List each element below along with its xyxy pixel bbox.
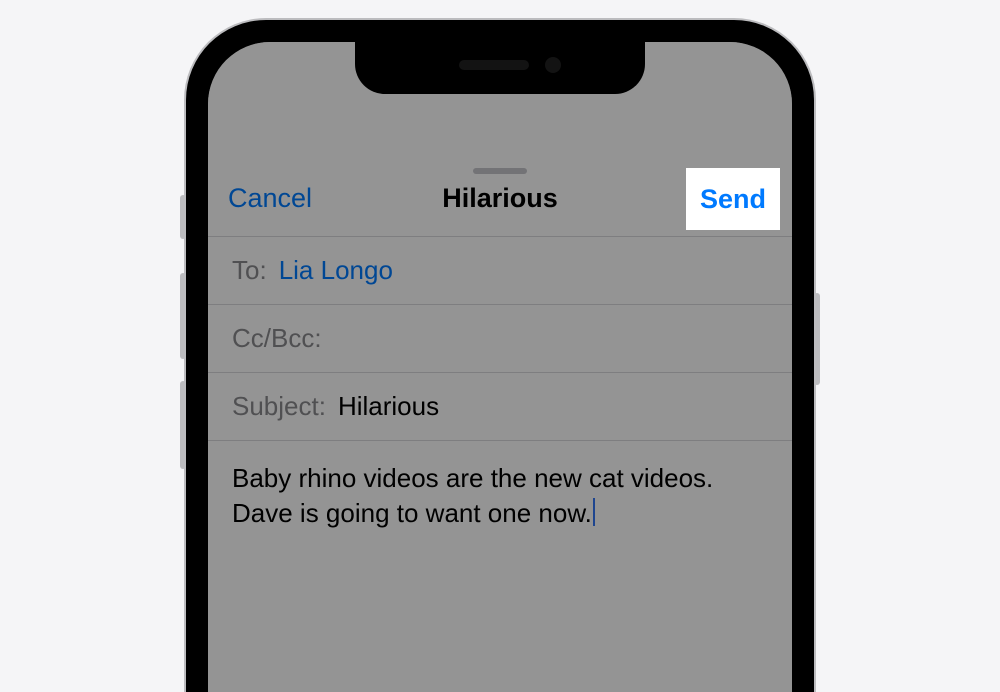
compose-sheet: Cancel Hilarious Send To: Lia Longo Cc/B… [208, 160, 792, 692]
ccbcc-field[interactable]: Cc/Bcc: [208, 305, 792, 373]
phone-frame: 9:41 Cancel Hilarious Send To: Lia Longo [186, 20, 814, 692]
to-label: To: [232, 255, 267, 286]
subject-label: Subject: [232, 391, 326, 422]
subject-value: Hilarious [338, 391, 439, 422]
text-cursor [593, 498, 595, 526]
cancel-button[interactable]: Cancel [208, 160, 332, 236]
side-button [814, 293, 820, 385]
notch [355, 42, 645, 94]
status-time: 9:41 [244, 64, 294, 95]
compose-title: Hilarious [442, 183, 558, 214]
phone-screen: 9:41 Cancel Hilarious Send To: Lia Longo [208, 42, 792, 692]
message-body[interactable]: Baby rhino videos are the new cat videos… [208, 441, 792, 551]
subject-field[interactable]: Subject: Hilarious [208, 373, 792, 441]
battery-icon [728, 66, 766, 86]
to-field[interactable]: To: Lia Longo [208, 237, 792, 305]
wifi-icon [696, 67, 720, 85]
body-text: Baby rhino videos are the new cat videos… [232, 463, 713, 528]
ccbcc-label: Cc/Bcc: [232, 323, 322, 354]
to-recipient[interactable]: Lia Longo [279, 255, 393, 286]
cellular-icon [666, 67, 688, 85]
send-button-highlighted[interactable]: Send [686, 168, 780, 230]
